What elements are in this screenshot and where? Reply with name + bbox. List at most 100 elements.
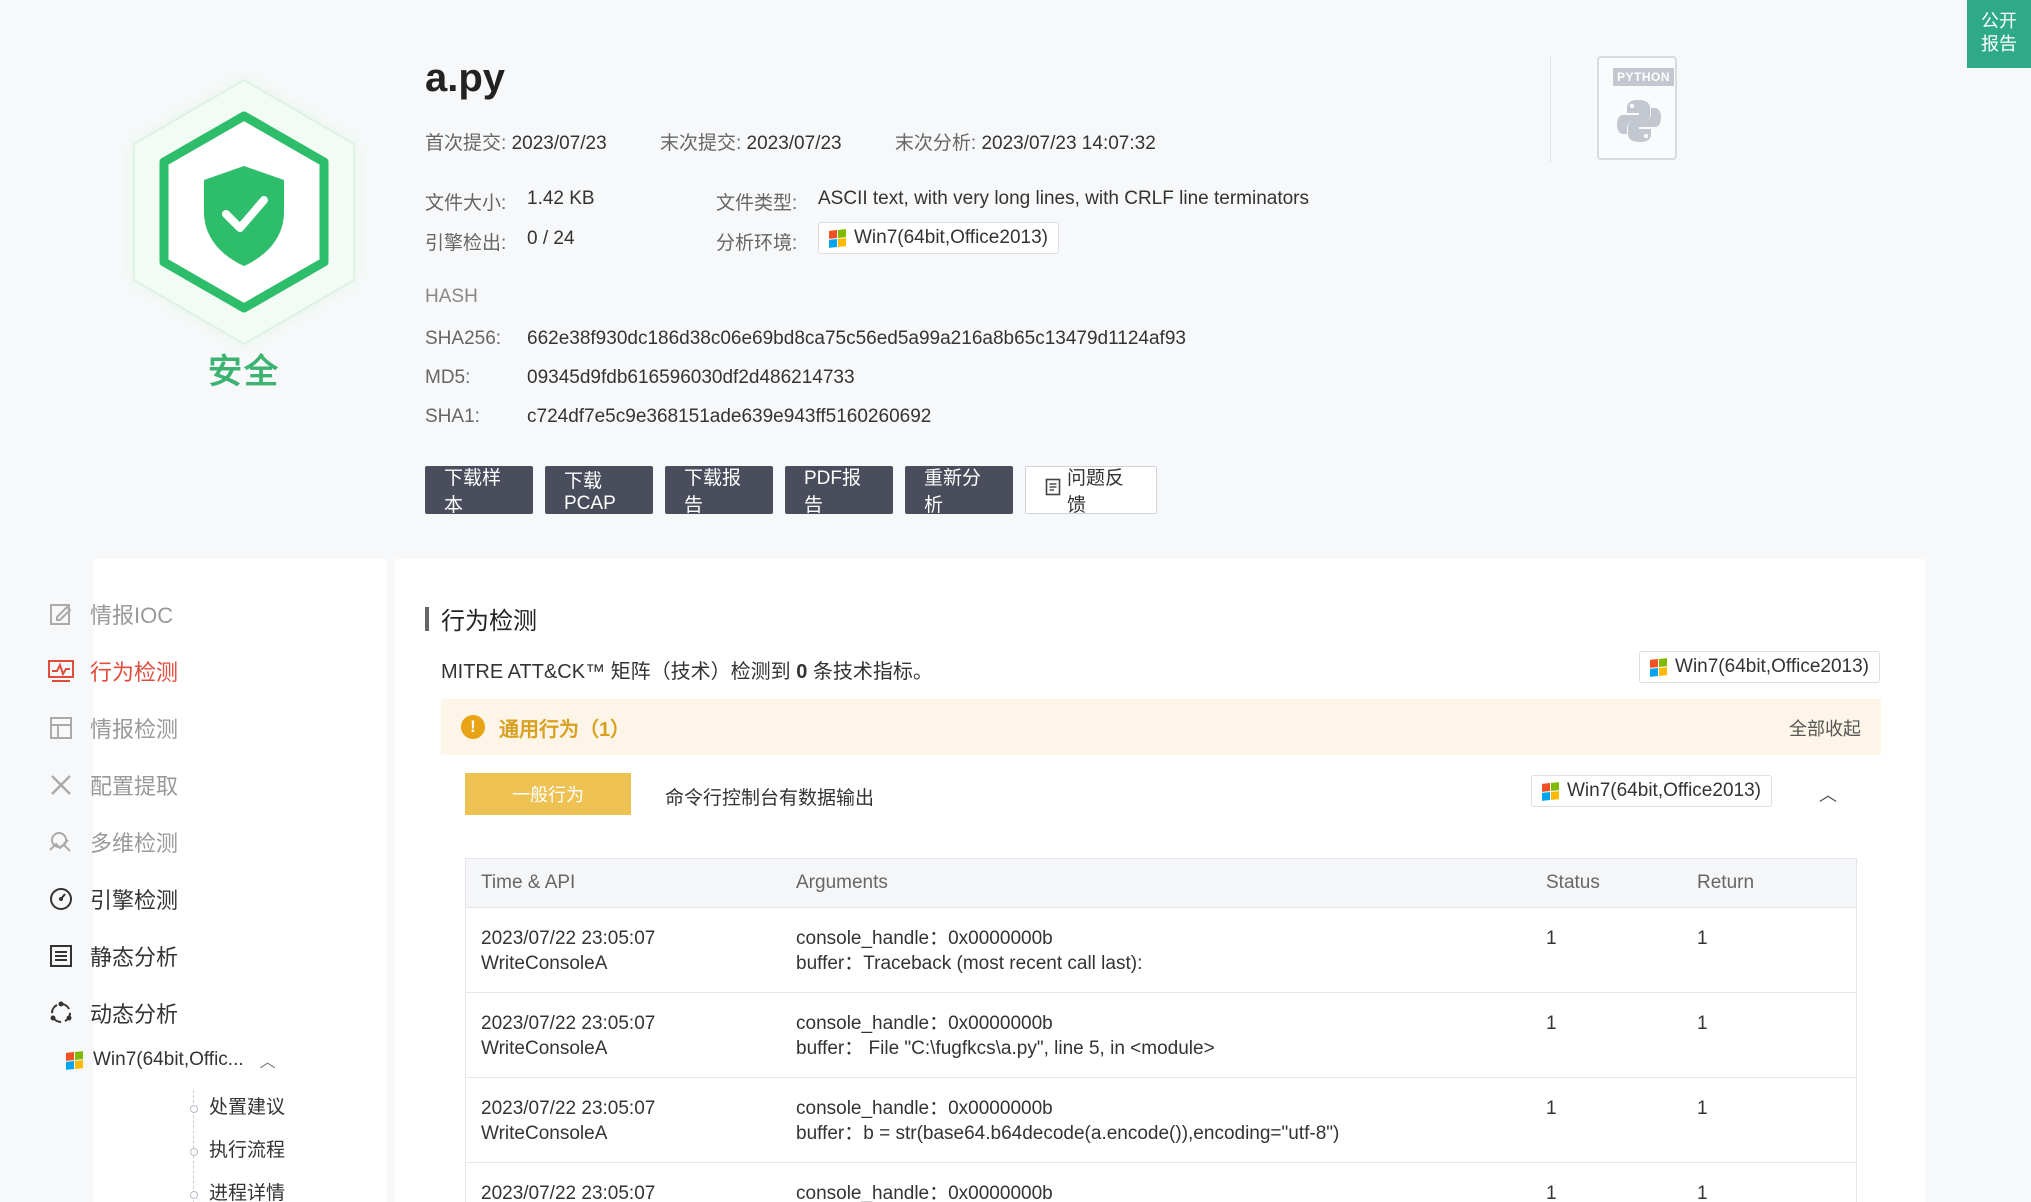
analysis-env-value: Win7(64bit,Office2013) [854, 227, 1048, 248]
file-name: a.py [425, 56, 506, 100]
engine-detect-value: 0 / 24 [527, 228, 575, 249]
row-api: WriteConsoleA [481, 1123, 608, 1144]
section-title: 行为检测 [425, 601, 537, 636]
row-status: 1 [1546, 1183, 1557, 1202]
document-icon [1045, 478, 1061, 502]
row-time: 2023/07/22 23:05:07 [481, 1183, 656, 1202]
row-return: 1 [1697, 1183, 1708, 1202]
row-arg-buffer: buffer：Traceback (most recent call last)… [796, 953, 1143, 974]
warning-icon: ! [461, 715, 485, 739]
general-behavior-title: 通用行为（1） [499, 719, 631, 741]
row-return: 1 [1697, 928, 1708, 949]
file-type-row: 文件类型: ASCII text, with very long lines, … [716, 188, 1309, 215]
md5-row: MD5: 09345d9fdb616596030df2d486214733 [425, 367, 855, 389]
file-size-row: 文件大小: 1.42 KB [425, 188, 595, 215]
last-submit-label: 末次提交: [659, 133, 742, 154]
windows-logo-icon [66, 1050, 83, 1070]
tools-icon [48, 772, 74, 798]
row-arg-buffer: buffer：b = str(base64.b64decode(a.encode… [796, 1123, 1340, 1144]
list-icon [48, 943, 74, 969]
column-header-arguments: Arguments [796, 872, 888, 893]
behavior-row: 一般行为 命令行控制台有数据输出 Win7(64bit,Office2013) … [441, 755, 1881, 855]
first-submit-label: 首次提交: [425, 133, 507, 154]
sidebar-item-intel[interactable]: 情报检测 [48, 712, 178, 744]
last-submit-value: 2023/07/23 [746, 133, 842, 154]
sidebar-sub-item-flow[interactable]: 执行流程 [189, 1133, 285, 1176]
download-sample-button[interactable]: 下载样本 [425, 466, 533, 516]
row-time: 2023/07/22 23:05:07 [481, 1013, 656, 1034]
sidebar-item-config[interactable]: 配置提取 [48, 769, 178, 801]
sidebar-item-label: 多维检测 [90, 831, 179, 856]
sidebar-sub-item-process[interactable]: 进程详情 [189, 1176, 285, 1202]
download-pcap-button[interactable]: 下载PCAP [545, 466, 653, 514]
gauge-icon [48, 886, 74, 912]
main-panel: 行为检测 MITRE ATT&CK™ 矩阵（技术）检测到 0 条技术指标。 Wi… [395, 559, 1925, 1202]
behavior-level-tag: 一般行为 [465, 773, 631, 815]
sidebar-env-toggle[interactable]: Win7(64bit,Offic... ︿ [66, 1048, 276, 1072]
table-row: 2023/07/22 23:05:07 WriteConsoleA console… [466, 993, 1856, 1078]
last-analysis-value: 2023/07/23 14:07:32 [981, 133, 1156, 154]
column-header-time-api: Time & API [481, 872, 576, 893]
sha256-label: SHA256: [425, 328, 502, 349]
behavior-monitor-icon [48, 658, 74, 684]
general-behavior-header[interactable]: ! 通用行为（1） 全部收起 [441, 699, 1881, 755]
table-row: 2023/07/22 23:05:07 WriteConsoleA console… [466, 1078, 1856, 1163]
md5-value[interactable]: 09345d9fdb616596030df2d486214733 [527, 367, 855, 389]
feedback-label: 问题反馈 [1067, 468, 1125, 516]
sidebar-env-label: Win7(64bit,Offic... [93, 1049, 244, 1070]
sha1-label: SHA1: [425, 406, 480, 427]
submission-dates: 首次提交: 2023/07/23 末次提交: 2023/07/23 末次分析: … [425, 128, 1204, 155]
python-file-icon: PYTHON [1597, 56, 1677, 160]
behavior-env-tag: Win7(64bit,Office2013) [1531, 775, 1772, 807]
public-report-line2: 报告 [1981, 34, 2017, 54]
sha256-row: SHA256: 662e38f930dc186d38c06e69bd8ca75c… [425, 328, 1186, 350]
collapse-all-link[interactable]: 全部收起 [1789, 715, 1861, 741]
mitre-suffix: 条技术指标。 [807, 661, 933, 683]
sidebar-item-label: 动态分析 [90, 1002, 179, 1027]
verdict-label: 安全 [208, 353, 280, 391]
row-status: 1 [1546, 1098, 1557, 1119]
feedback-button[interactable]: 问题反馈 [1025, 466, 1157, 516]
reanalyze-button[interactable]: 重新分析 [905, 466, 1013, 516]
sidebar-item-ioc[interactable]: 情报IOC [48, 598, 173, 630]
main-env-tag: Win7(64bit,Office2013) [1639, 651, 1880, 683]
sidebar-item-dynamic[interactable]: 动态分析 [48, 997, 178, 1029]
main-env-value: Win7(64bit,Office2013) [1675, 656, 1869, 677]
pdf-report-button[interactable]: PDF报告 [785, 466, 893, 516]
sidebar-item-engine[interactable]: 引擎检测 [48, 883, 178, 915]
sha1-value[interactable]: c724df7e5c9e368151ade639e943ff5160260692 [527, 406, 931, 428]
sidebar-item-label: 情报IOC [90, 603, 174, 628]
edit-document-icon [48, 601, 74, 627]
file-size-label: 文件大小: [425, 193, 507, 214]
mitre-count: 0 [796, 661, 808, 683]
row-return: 1 [1697, 1098, 1708, 1119]
mitre-summary: MITRE ATT&CK™ 矩阵（技术）检测到 0 条技术指标。 [441, 655, 933, 684]
row-api: WriteConsoleA [481, 953, 608, 974]
analysis-env-label: 分析环境: [716, 233, 798, 254]
sidebar-sub-item-advice[interactable]: 处置建议 [189, 1090, 285, 1133]
sha1-row: SHA1: c724df7e5c9e368151ade639e943ff5160… [425, 406, 931, 428]
cycle-icon [48, 1000, 74, 1026]
sidebar-item-label: 行为检测 [90, 660, 179, 685]
behavior-description: 命令行控制台有数据输出 [665, 788, 875, 809]
row-arg-handle: console_handle：0x0000000b [796, 1183, 1053, 1202]
file-type-value: ASCII text, with very long lines, with C… [818, 188, 1310, 209]
download-report-button[interactable]: 下载报告 [665, 466, 773, 516]
engine-detect-label: 引擎检出: [425, 233, 507, 254]
windows-logo-icon [1650, 657, 1668, 677]
sidebar-item-static[interactable]: 静态分析 [48, 940, 178, 972]
mitre-prefix: MITRE ATT&CK™ 矩阵（技术）检测到 [441, 661, 797, 683]
section-title-text: 行为检测 [441, 608, 537, 635]
behavior-env-value: Win7(64bit,Office2013) [1567, 780, 1761, 801]
sidebar-item-multi[interactable]: 多维检测 [48, 826, 178, 858]
chevron-up-icon[interactable]: ︿ [1819, 781, 1837, 807]
first-submit-value: 2023/07/23 [511, 133, 607, 154]
md5-label: MD5: [425, 367, 471, 388]
sha256-value[interactable]: 662e38f930dc186d38c06e69bd8ca75c56ed5a99… [527, 328, 1186, 350]
sidebar-item-label: 配置提取 [90, 774, 179, 799]
public-report-line1: 公开 [1981, 11, 2017, 31]
row-status: 1 [1546, 1013, 1557, 1034]
public-report-button[interactable]: 公开 报告 [1967, 0, 2031, 68]
sidebar-item-behavior[interactable]: 行为检测 [48, 655, 178, 687]
file-type-label: 文件类型: [716, 193, 798, 214]
